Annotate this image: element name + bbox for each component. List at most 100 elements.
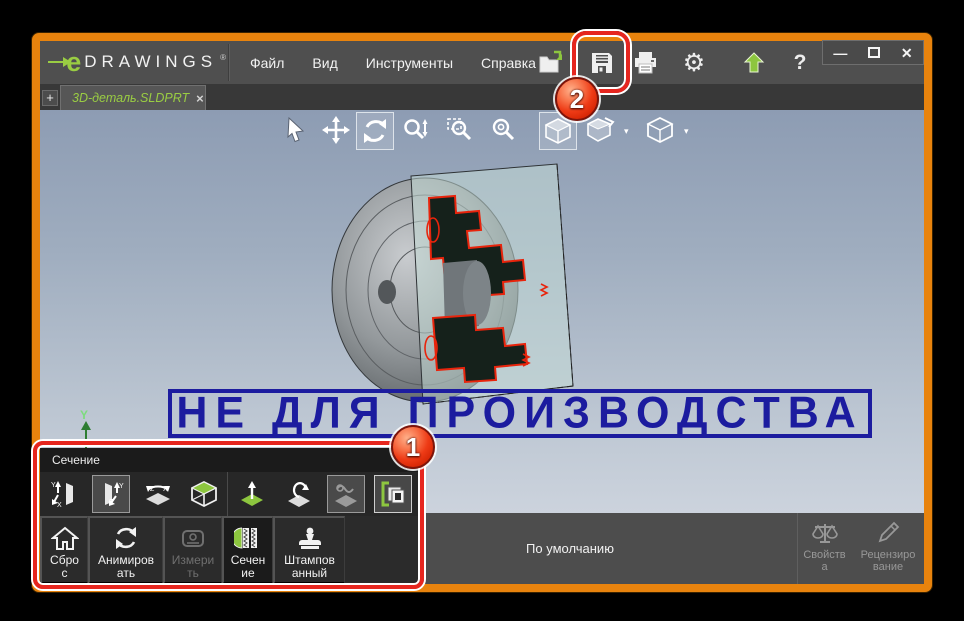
review-button[interactable]: Рецензирование [852, 513, 924, 584]
tab-bar: + 3D-деталь.SLDPRT × [40, 84, 924, 110]
minimize-button[interactable]: — [827, 46, 853, 60]
section-icon [234, 527, 257, 549]
section-button[interactable]: Сечение [222, 516, 273, 584]
zoom-area-button[interactable] [442, 112, 478, 148]
maximize-button[interactable] [862, 46, 886, 60]
3d-model[interactable] [325, 158, 605, 420]
print-icon [635, 52, 656, 74]
display-style-button[interactable] [642, 112, 678, 148]
publish-button[interactable] [735, 44, 773, 82]
settings-button[interactable]: ⚙ [675, 44, 713, 82]
open-icon [539, 50, 562, 73]
svg-text:Z: Z [150, 486, 155, 493]
reset-button[interactable]: Сброс [40, 516, 88, 584]
settings-gear-icon: ⚙ [682, 48, 706, 77]
zoom-area-icon [447, 118, 472, 141]
publish-up-arrow-icon [743, 52, 765, 73]
tab-label: 3D-деталь.SLDPRT [72, 91, 190, 105]
open-button[interactable] [532, 44, 570, 82]
save-icon [592, 53, 612, 73]
screenshot-stage: e DRAWINGS ® Файл Вид Инструменты Справк… [0, 0, 964, 621]
section-plane-xy-icon: YX [51, 481, 73, 509]
shaded-cube-icon [544, 118, 572, 144]
logo-text: DRAWINGS [84, 52, 218, 71]
svg-text:X: X [163, 486, 168, 493]
tab-close-icon[interactable]: × [196, 91, 204, 106]
pan-tool-button[interactable] [318, 112, 354, 148]
rotate-icon [364, 119, 386, 143]
zoom-tool-button[interactable] [398, 112, 434, 148]
edrawings-logo: e DRAWINGS ® [48, 47, 226, 77]
menu-view[interactable]: Вид [298, 49, 351, 77]
review-label: Рецензирование [860, 549, 916, 573]
animate-icon [116, 527, 136, 549]
offset-plane-icon [240, 481, 263, 506]
section-plane-zx-button[interactable]: ZX [134, 472, 181, 516]
section-panel: Сечение YX Y Z Z X Сброс Анимировать Изм… [40, 448, 418, 584]
offset-plane-button[interactable] [228, 472, 275, 516]
callout-1-badge: 1 [391, 425, 435, 469]
menu-tools[interactable]: Инструменты [352, 49, 467, 77]
window-controls: — ✕ [822, 40, 924, 65]
logo-separator [228, 44, 230, 81]
edrawings-window: e DRAWINGS ® Файл Вид Инструменты Справк… [32, 33, 932, 592]
help-icon: ? [793, 51, 807, 74]
maximize-icon [868, 46, 881, 58]
stamped-button[interactable]: Штампованный [273, 516, 345, 584]
measure-icon [182, 530, 204, 547]
watermark-box: НЕ ДЛЯ ПРОИЗВОДСТВА [168, 389, 872, 438]
select-tool-button[interactable] [278, 112, 314, 148]
help-button[interactable]: ? [781, 44, 819, 82]
section-plane-zy-icon: YZ [104, 482, 124, 506]
logo-registered-mark: ® [220, 52, 226, 62]
properties-scales-icon [811, 524, 838, 543]
section-plane-zx-icon: ZX [145, 485, 170, 505]
zoom-icon [404, 119, 428, 140]
menu-file[interactable]: Файл [236, 49, 298, 77]
model-bore-hole [378, 280, 396, 304]
rotate-tool-button[interactable] [356, 112, 394, 150]
svg-text:X: X [57, 502, 62, 509]
svg-text:Z: Z [109, 499, 114, 506]
review-pencil-icon [878, 521, 900, 543]
zoom-fit-button[interactable] [486, 112, 522, 148]
section-panel-spacer [345, 516, 418, 584]
zoom-fit-icon [492, 118, 515, 141]
pan-icon [322, 116, 350, 144]
properties-button[interactable]: Свойства [797, 513, 852, 584]
watermark-text: НЕ ДЛЯ ПРОИЗВОДСТВА [176, 389, 864, 438]
measure-button[interactable]: Измерить [163, 516, 222, 584]
show-section-cube-button[interactable] [181, 472, 228, 516]
section-panel-title: Сечение [40, 448, 418, 472]
callout-2-badge: 2 [555, 77, 599, 121]
section-plane-toolbar: YX YZ Z X [40, 472, 418, 516]
svg-text:Y: Y [119, 483, 124, 490]
section-plane-zy-button[interactable]: YZ [87, 472, 134, 516]
stamp-icon [298, 527, 321, 549]
print-button[interactable] [627, 44, 665, 82]
axis-y-label: Y [80, 408, 89, 422]
view-orientation-cube-icon [586, 117, 615, 142]
rotate-plane-button[interactable] [275, 472, 322, 516]
new-tab-button[interactable]: + [42, 90, 58, 106]
section-plane-xy-button[interactable]: YX [40, 472, 87, 516]
show-cut-caps-icon [381, 481, 404, 507]
close-button[interactable]: ✕ [895, 46, 919, 60]
section-action-bar: Сброс Анимировать Измерить Сечение Штамп… [40, 516, 418, 584]
select-cursor-icon [287, 117, 305, 143]
show-cut-caps-button[interactable] [369, 472, 416, 516]
logo-e: e [66, 46, 82, 77]
save-button[interactable] [583, 44, 621, 82]
home-icon [50, 526, 79, 550]
view-orientation-dropdown-icon[interactable]: ▾ [624, 126, 629, 137]
drag-section-icon [334, 484, 357, 507]
title-bar: e DRAWINGS ® Файл Вид Инструменты Справк… [40, 40, 924, 84]
wireframe-cube-icon [646, 116, 674, 144]
svg-text:Y: Y [51, 482, 56, 489]
menu-bar: Файл Вид Инструменты Справка [236, 41, 550, 84]
display-style-dropdown-icon[interactable]: ▾ [684, 126, 689, 137]
properties-label: Свойства [803, 549, 846, 573]
animate-button[interactable]: Анимировать [88, 516, 163, 584]
drag-section-button[interactable] [322, 472, 369, 516]
document-tab[interactable]: 3D-деталь.SLDPRT × [60, 85, 206, 110]
